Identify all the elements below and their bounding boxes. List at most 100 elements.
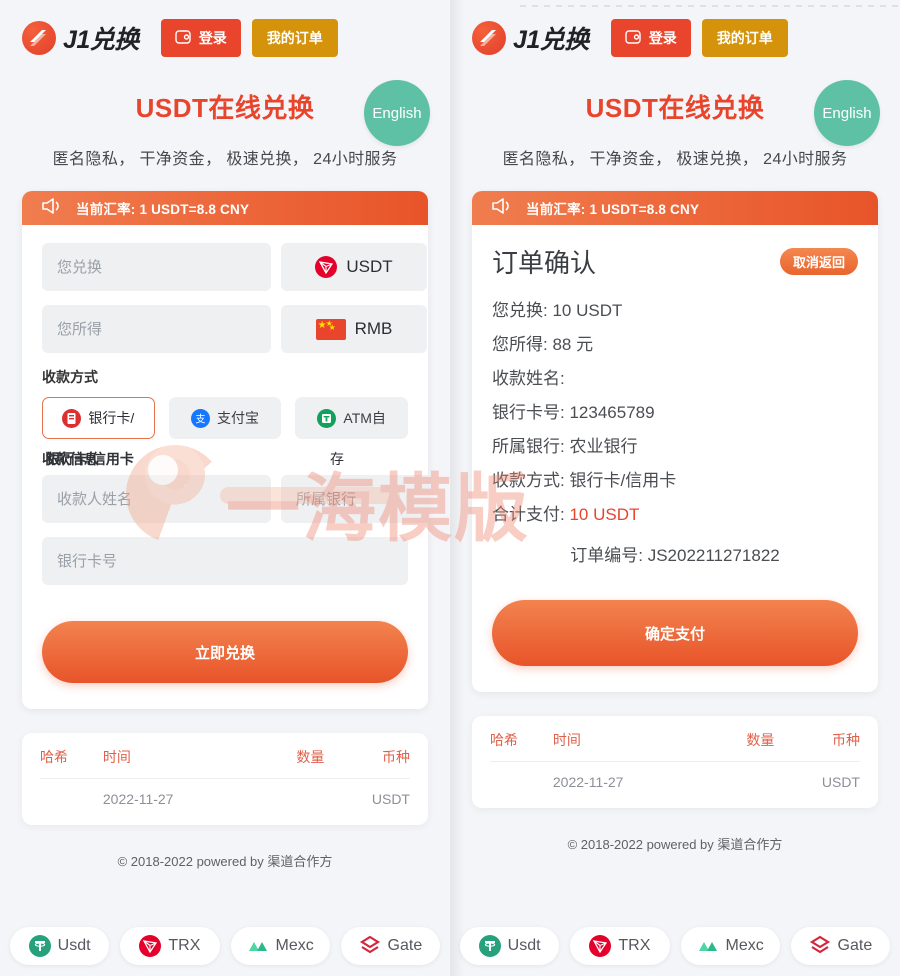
rate-banner: 当前汇率: 1 USDT=8.8 CNY bbox=[22, 191, 428, 225]
order-line: 您兑换: 10 USDT bbox=[492, 296, 858, 321]
coin-chip-trx[interactable]: TRX bbox=[120, 927, 220, 965]
exchange-form: USDT ★★★ RMB 收款方式 银行卡 bbox=[22, 225, 428, 709]
col-amount: 数量 bbox=[261, 747, 325, 779]
login-label: 登录 bbox=[198, 30, 227, 46]
order-line-label: 收款方式: bbox=[492, 471, 565, 490]
wallet-icon bbox=[175, 29, 191, 47]
col-amount: 数量 bbox=[711, 730, 775, 762]
col-hash: 哈希 bbox=[40, 747, 103, 779]
coin-chip-usdt-label: Usdt bbox=[57, 937, 91, 954]
coin-chip-mexc-label: Mexc bbox=[275, 937, 314, 954]
cell-coin: USDT bbox=[821, 774, 860, 790]
order-line-value: 农业银行 bbox=[569, 437, 638, 456]
col-coin: 币种 bbox=[774, 730, 860, 762]
svg-text:支: 支 bbox=[196, 413, 206, 425]
exchange-logo-icon[interactable] bbox=[22, 21, 56, 55]
cancel-return-button[interactable]: 取消返回 bbox=[779, 248, 858, 275]
table-header-row: 哈希 时间 数量 币种 bbox=[490, 730, 860, 762]
pay-method-atm[interactable]: ATM自 bbox=[295, 397, 409, 439]
col-hash: 哈希 bbox=[490, 730, 553, 762]
mexc-icon bbox=[697, 935, 719, 957]
bank-name-input[interactable] bbox=[281, 475, 428, 523]
order-line-label: 银行卡号: bbox=[492, 403, 565, 422]
order-confirm-card: 当前汇率: 1 USDT=8.8 CNY 订单确认 取消返回 您兑换: 10 U… bbox=[472, 191, 878, 692]
payee-info-label-group: 收款信息 银行卡/信用卡 存 bbox=[42, 449, 408, 475]
order-line-label: 您兑换: bbox=[492, 301, 548, 320]
footer-copyright: © 2018-2022 powered by 渠道合作方 bbox=[117, 854, 333, 869]
table-row: 2022-11-27 USDT bbox=[40, 779, 410, 807]
alipay-icon: 支 bbox=[191, 408, 210, 428]
order-number-label: 订单编号: bbox=[570, 546, 643, 565]
pay-method-alipay-label: 支付宝 bbox=[217, 410, 259, 426]
cell-time: 2022-11-27 bbox=[102, 791, 174, 807]
pay-method-tabs: 银行卡/ 支 支付宝 ATM自 bbox=[42, 397, 409, 439]
logo-text: J1兑换 bbox=[63, 26, 139, 54]
megaphone-icon bbox=[40, 197, 62, 220]
header-actions: 登录 我的订单 bbox=[610, 19, 788, 57]
order-line-label: 所属银行: bbox=[492, 437, 565, 456]
language-toggle-badge[interactable]: English bbox=[364, 80, 430, 146]
order-line: 您所得: 88 元 bbox=[492, 330, 858, 355]
exchange-card: 当前汇率: 1 USDT=8.8 CNY USDT ★★★ bbox=[22, 191, 428, 709]
payee-name-input[interactable] bbox=[42, 475, 271, 523]
order-line-value: 88 元 bbox=[552, 335, 594, 354]
tron-icon bbox=[139, 935, 162, 957]
pay-method-bankcard[interactable]: 银行卡/ bbox=[42, 397, 155, 439]
usdt-icon bbox=[28, 935, 51, 957]
send-amount-input[interactable] bbox=[42, 243, 271, 291]
login-button[interactable]: 登录 bbox=[610, 19, 691, 57]
cell-hash bbox=[490, 762, 553, 791]
language-toggle-badge[interactable]: English bbox=[814, 80, 880, 146]
history-table: 哈希 时间 数量 币种 2022-11-27 USDT bbox=[490, 730, 860, 790]
card-number-input[interactable] bbox=[42, 537, 408, 585]
my-orders-button[interactable]: 我的订单 bbox=[701, 19, 788, 57]
table-row: 2022-11-27 USDT bbox=[490, 762, 860, 791]
order-confirm-title: 订单确认 bbox=[492, 248, 597, 278]
history-table: 哈希 时间 数量 币种 2022-11-27 USDT bbox=[40, 747, 410, 807]
pay-method-atm-label: ATM自 bbox=[343, 410, 386, 426]
my-orders-button[interactable]: 我的订单 bbox=[251, 19, 338, 57]
payee-row bbox=[42, 475, 428, 523]
order-line-label: 合计支付: bbox=[492, 505, 565, 524]
col-time: 时间 bbox=[102, 747, 262, 779]
tron-icon bbox=[589, 935, 612, 957]
pay-method-alipay[interactable]: 支 支付宝 bbox=[168, 397, 282, 439]
cell-coin: USDT bbox=[371, 791, 410, 807]
exchange-logo-icon[interactable] bbox=[472, 21, 506, 55]
login-button[interactable]: 登录 bbox=[160, 19, 241, 57]
coin-chip-gate[interactable]: Gate bbox=[340, 927, 440, 965]
send-coin-label: USDT bbox=[346, 257, 393, 276]
hero-subtitle: 匿名隐私， 干净资金， 极速兑换， 24小时服务 bbox=[52, 151, 398, 168]
submit-exchange-button[interactable]: 立即兑换 bbox=[42, 621, 408, 683]
coin-chip-mexc[interactable]: Mexc bbox=[230, 927, 330, 965]
coin-chip-mexc[interactable]: Mexc bbox=[680, 927, 780, 965]
coin-chip-mexc-label: Mexc bbox=[725, 937, 764, 954]
coin-chip-usdt[interactable]: Usdt bbox=[460, 927, 560, 965]
coin-chip-usdt[interactable]: Usdt bbox=[10, 927, 110, 965]
header-actions: 登录 我的订单 bbox=[160, 19, 338, 57]
pay-method-bankcard-label: 银行卡/ bbox=[88, 410, 135, 426]
history-table-right: 哈希 时间 数量 币种 2022-11-27 USDT bbox=[472, 716, 878, 808]
order-line: 银行卡号: 123465789 bbox=[492, 398, 858, 423]
page-column-right: J1兑换 登录 我的订单 USDT在线兑换 匿名隐私， 干净资金， 极速兑换， … bbox=[450, 0, 900, 976]
coin-chip-trx[interactable]: TRX bbox=[570, 927, 670, 965]
confirm-pay-button[interactable]: 确定支付 bbox=[492, 600, 858, 666]
coin-chip-gate[interactable]: Gate bbox=[790, 927, 890, 965]
bankcard-overlap-label: 银行卡/信用卡 bbox=[46, 451, 134, 467]
pay-method-label: 收款方式 bbox=[42, 369, 98, 385]
hero-section: USDT在线兑换 匿名隐私， 干净资金， 极速兑换， 24小时服务 Englis… bbox=[22, 58, 430, 169]
cn-flag-icon: ★ ★ ★ bbox=[315, 318, 346, 340]
order-confirm-header: 订单确认 取消返回 bbox=[492, 243, 858, 280]
card-row bbox=[42, 537, 408, 585]
receive-amount-input[interactable] bbox=[42, 305, 271, 353]
table-header-row: 哈希 时间 数量 币种 bbox=[40, 747, 410, 779]
site-header: J1兑换 登录 我的订单 bbox=[472, 0, 878, 58]
history-table-left: 哈希 时间 数量 币种 2022-11-27 USDT bbox=[22, 733, 428, 825]
col-coin: 币种 bbox=[324, 747, 410, 779]
rate-text: 当前汇率: 1 USDT=8.8 CNY bbox=[526, 202, 700, 217]
order-line: 收款方式: 银行卡/信用卡 bbox=[492, 466, 858, 491]
receive-currency-selector[interactable]: ★ ★ ★ RMB bbox=[281, 305, 427, 353]
order-line-value: 10 USDT bbox=[569, 505, 640, 524]
bank-card-icon bbox=[62, 408, 82, 428]
send-coin-selector[interactable]: USDT bbox=[281, 243, 427, 291]
